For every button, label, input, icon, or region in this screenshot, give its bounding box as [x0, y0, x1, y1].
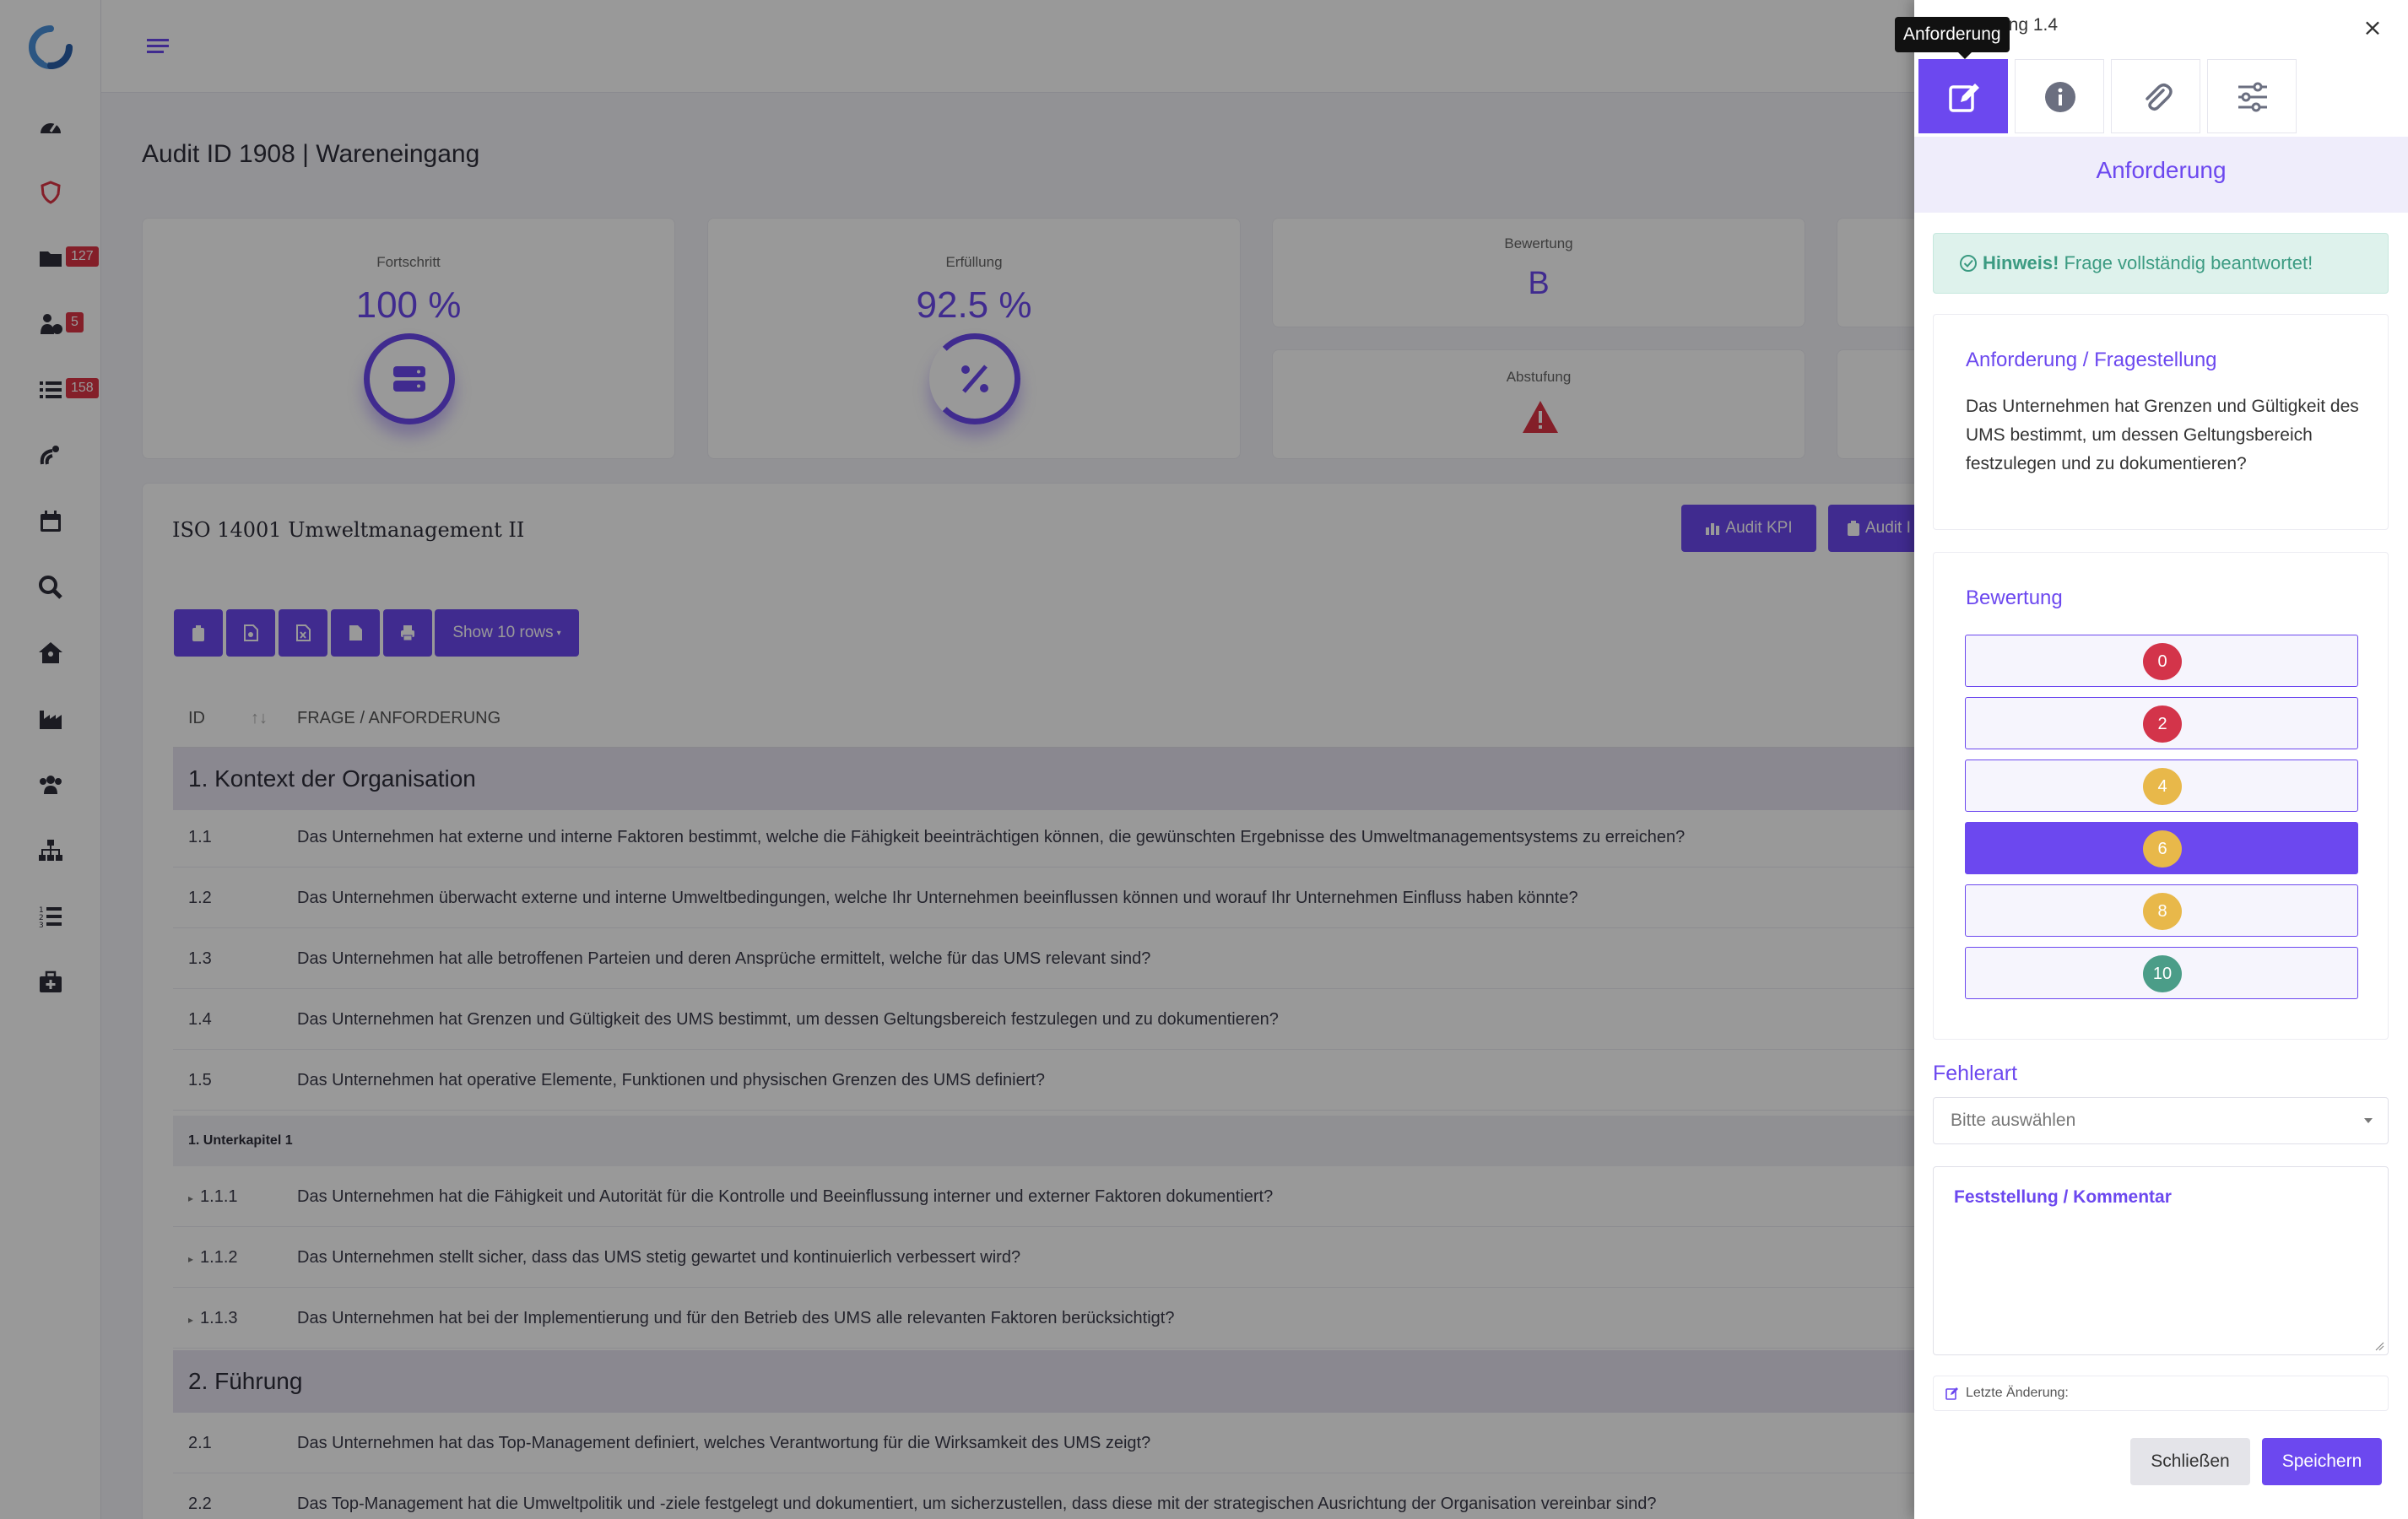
- edit-icon: [1949, 84, 1979, 112]
- score-option-10[interactable]: 10: [1965, 947, 2358, 999]
- score-pill: 2: [2143, 705, 2182, 743]
- hint-alert: Hinweis! Frage vollständig beantwortet!: [1933, 233, 2389, 294]
- score-pill: 8: [2143, 893, 2182, 930]
- last-change-info: Letzte Änderung:: [1933, 1376, 2389, 1411]
- score-pill: 6: [2143, 830, 2182, 868]
- hint-strong: Hinweis!: [1983, 252, 2059, 273]
- hint-text: Frage vollständig beantwortet!: [2064, 252, 2313, 273]
- fehlerart-select[interactable]: Bitte auswählen: [1933, 1097, 2389, 1144]
- score-pill: 0: [2143, 643, 2182, 680]
- score-option-2[interactable]: 2: [1965, 697, 2358, 749]
- resize-handle-icon[interactable]: [2374, 1341, 2384, 1351]
- rating-title: Bewertung: [1966, 587, 2063, 609]
- tab-info[interactable]: [2015, 59, 2104, 133]
- chevron-down-icon: [2364, 1118, 2373, 1123]
- fehlerart-placeholder: Bitte auswählen: [1951, 1111, 2076, 1130]
- tooltip-arrow: [1958, 52, 1972, 59]
- info-icon: [2045, 82, 2075, 112]
- last-change-label: Letzte Änderung:: [1966, 1386, 2069, 1400]
- edit-icon: [1945, 1387, 1958, 1400]
- paperclip-icon: [2146, 84, 2173, 111]
- comment-label: Feststellung / Kommentar: [1954, 1187, 2172, 1207]
- close-button[interactable]: Schließen: [2130, 1438, 2250, 1485]
- fehlerart-label: Fehlerart: [1933, 1062, 2018, 1085]
- requirement-text: Das Unternehmen hat Grenzen und Gültigke…: [1966, 397, 2359, 473]
- sliders-icon: [2238, 82, 2267, 112]
- tab-settings[interactable]: [2207, 59, 2297, 133]
- drawer-header: Anforderung: [2096, 157, 2227, 183]
- score-option-4[interactable]: 4: [1965, 760, 2358, 812]
- score-option-8[interactable]: 8: [1965, 884, 2358, 937]
- app-root: 127 5 158 123 Audit ID 1908 | Wareneinga…: [0, 0, 2408, 1519]
- check-circle-icon: [1960, 255, 1977, 272]
- tab-requirement[interactable]: [1918, 59, 2008, 133]
- question-drawer: ung 1.4 × Anforderung Hinweis! Frage vol…: [1914, 0, 2408, 1519]
- score-option-6[interactable]: 6: [1965, 822, 2358, 874]
- score-option-0[interactable]: 0: [1965, 635, 2358, 687]
- tab-attachments[interactable]: [2111, 59, 2200, 133]
- requirement-title: Anforderung / Fragestellung: [1966, 349, 2217, 371]
- comment-textarea[interactable]: Feststellung / Kommentar: [1933, 1166, 2389, 1355]
- modal-backdrop[interactable]: [0, 0, 1914, 1519]
- close-icon[interactable]: ×: [2360, 15, 2385, 41]
- requirement-card: Anforderung / Fragestellung Das Unterneh…: [1933, 314, 2389, 530]
- tooltip: Anforderung: [1895, 17, 2010, 52]
- save-button[interactable]: Speichern: [2262, 1438, 2382, 1485]
- score-pill: 10: [2143, 955, 2182, 992]
- score-pill: 4: [2143, 768, 2182, 805]
